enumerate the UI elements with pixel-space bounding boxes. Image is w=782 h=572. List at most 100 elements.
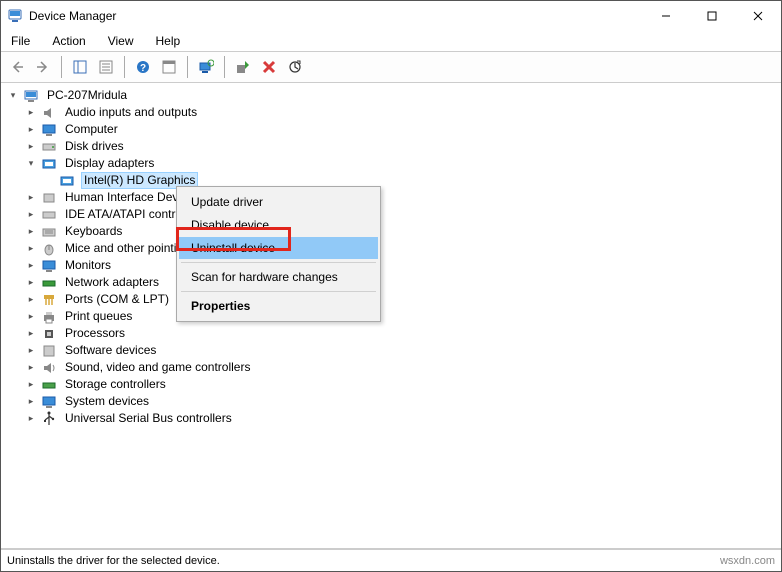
network-icon [41,275,57,291]
sound-icon [41,360,57,376]
chevron-right-icon[interactable]: ▸ [25,260,37,272]
port-icon [41,292,57,308]
tree-item-ports[interactable]: ▸Ports (COM & LPT) [25,291,779,308]
tree-item-processors[interactable]: ▸Processors [25,325,779,342]
tree-item-hid[interactable]: ▸Human Interface Devices [25,189,779,206]
help-button[interactable]: ? [131,55,155,79]
device-tree[interactable]: ▾ PC-207Mridula ▸Audio inputs and output… [1,83,781,549]
context-divider [181,262,376,263]
window-title: Device Manager [29,9,643,23]
forward-button[interactable] [31,55,55,79]
chevron-right-icon[interactable]: ▸ [25,192,37,204]
speaker-icon [41,105,57,121]
tree-root-label: PC-207Mridula [45,87,129,104]
drive-icon [41,139,57,155]
status-text: Uninstalls the driver for the selected d… [7,555,220,567]
properties-button[interactable] [94,55,118,79]
tree-item-keyboards[interactable]: ▸Keyboards [25,223,779,240]
chevron-right-icon[interactable]: ▸ [25,362,37,374]
chevron-right-icon[interactable]: ▸ [25,379,37,391]
uninstall-button[interactable] [257,55,281,79]
window-controls [643,1,781,31]
usb-icon [41,411,57,427]
printer-icon [41,309,57,325]
tree-item-ide[interactable]: ▸IDE ATA/ATAPI controllers [25,206,779,223]
context-divider [181,291,376,292]
scan-hardware-button[interactable] [194,55,218,79]
tree-item-system[interactable]: ▸System devices [25,393,779,410]
menu-action[interactable]: Action [48,32,89,50]
context-scan-hardware[interactable]: Scan for hardware changes [179,266,378,288]
display-adapter-icon [41,156,57,172]
tree-item-mice[interactable]: ▸Mice and other pointing devices [25,240,779,257]
enable-device-button[interactable] [231,55,255,79]
tree-item-sound[interactable]: ▸Sound, video and game controllers [25,359,779,376]
chevron-right-icon[interactable]: ▸ [25,141,37,153]
chevron-right-icon[interactable]: ▸ [25,243,37,255]
close-button[interactable] [735,1,781,31]
tree-item-monitors[interactable]: ▸Monitors [25,257,779,274]
chevron-down-icon[interactable]: ▾ [25,158,37,170]
show-hide-tree-button[interactable] [68,55,92,79]
context-menu: Update driver Disable device Uninstall d… [176,186,381,322]
chevron-right-icon[interactable]: ▸ [25,396,37,408]
computer-icon [23,88,39,104]
context-disable-device[interactable]: Disable device [179,214,378,236]
keyboard-icon [41,224,57,240]
tree-item-storage[interactable]: ▸Storage controllers [25,376,779,393]
watermark: wsxdn.com [720,555,775,567]
menu-bar: File Action View Help [1,31,781,51]
back-button[interactable] [5,55,29,79]
menu-file[interactable]: File [7,32,34,50]
ide-icon [41,207,57,223]
storage-icon [41,377,57,393]
device-manager-icon [7,8,23,24]
chevron-right-icon[interactable]: ▸ [25,107,37,119]
context-properties[interactable]: Properties [179,295,378,317]
toolbar: ? [1,51,781,83]
display-adapter-icon [59,173,75,189]
monitor-icon [41,122,57,138]
svg-text:?: ? [140,63,146,74]
tree-item-display-child[interactable]: Intel(R) HD Graphics [43,172,779,189]
chevron-right-icon[interactable]: ▸ [25,328,37,340]
context-update-driver[interactable]: Update driver [179,191,378,213]
toolbar-separator [61,56,62,78]
toolbar-separator [187,56,188,78]
window-root: Device Manager File Action View Help ? [0,0,782,572]
chevron-right-icon[interactable]: ▸ [25,124,37,136]
chevron-down-icon[interactable]: ▾ [7,90,19,102]
mouse-icon [41,241,57,257]
toolbar-separator [224,56,225,78]
monitor-icon [41,258,57,274]
status-bar: Uninstalls the driver for the selected d… [1,549,781,571]
chevron-right-icon[interactable]: ▸ [25,345,37,357]
minimize-button[interactable] [643,1,689,31]
tree-item-audio[interactable]: ▸Audio inputs and outputs [25,104,779,121]
chevron-right-icon[interactable]: ▸ [25,311,37,323]
chevron-right-icon[interactable]: ▸ [25,209,37,221]
tree-item-display[interactable]: ▾Display adapters [25,155,779,172]
toolbar-separator [124,56,125,78]
hid-icon [41,190,57,206]
action-button[interactable] [157,55,181,79]
tree-item-disk[interactable]: ▸Disk drives [25,138,779,155]
cpu-icon [41,326,57,342]
maximize-button[interactable] [689,1,735,31]
tree-item-printq[interactable]: ▸Print queues [25,308,779,325]
chevron-right-icon[interactable]: ▸ [25,277,37,289]
tree-root[interactable]: ▾ PC-207Mridula [7,87,779,104]
tree-item-network[interactable]: ▸Network adapters [25,274,779,291]
tree-item-software[interactable]: ▸Software devices [25,342,779,359]
tree-item-computer[interactable]: ▸Computer [25,121,779,138]
chevron-right-icon[interactable]: ▸ [25,294,37,306]
software-icon [41,343,57,359]
menu-view[interactable]: View [104,32,138,50]
title-bar: Device Manager [1,1,781,31]
chevron-right-icon[interactable]: ▸ [25,413,37,425]
update-driver-button[interactable] [283,55,307,79]
chevron-right-icon[interactable]: ▸ [25,226,37,238]
tree-item-usb[interactable]: ▸Universal Serial Bus controllers [25,410,779,427]
menu-help[interactable]: Help [152,32,185,50]
context-uninstall-device[interactable]: Uninstall device [179,237,378,259]
